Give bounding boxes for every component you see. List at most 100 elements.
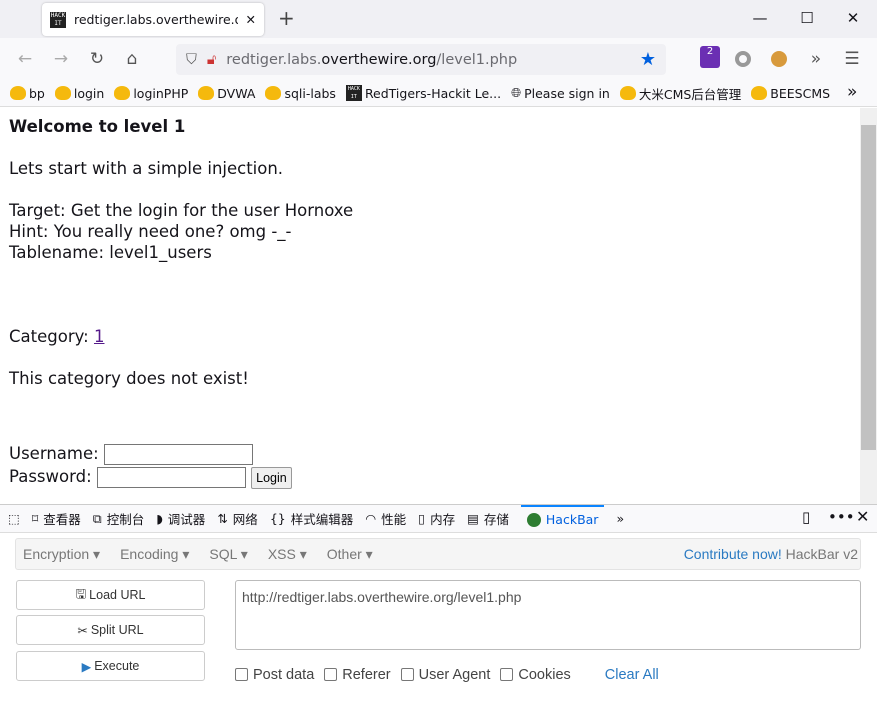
close-devtools-icon[interactable]: ✕ [856, 507, 869, 526]
bookmark-item[interactable]: DVWA [198, 86, 255, 101]
referer-checkbox[interactable]: Referer [324, 667, 391, 683]
home-icon[interactable]: ⌂ [119, 47, 145, 71]
bookmark-icon [619, 86, 636, 100]
tab-label: 查看器 [43, 512, 81, 527]
devtools-tab-console[interactable]: ⧉ 控制台 [93, 505, 144, 533]
username-label: Username: [9, 444, 99, 463]
bookmark-item[interactable]: loginPHP [114, 86, 188, 101]
bookmark-item[interactable]: bp [10, 86, 45, 101]
hint-text: Hint: You really need one? omg -_- [9, 222, 292, 241]
bookmark-label: loginPHP [133, 85, 189, 101]
hackbar-menu: Encryption ▾ Encoding ▾ SQL ▾ XSS ▾ Othe… [15, 538, 861, 570]
extension-circle-icon[interactable] [735, 51, 751, 67]
menu-other[interactable]: Other ▾ [327, 546, 373, 563]
tab-label: 网络 [232, 512, 258, 527]
close-tab-icon[interactable]: ✕ [246, 12, 256, 27]
bookmark-label: Please sign in [524, 85, 610, 101]
clear-all-link[interactable]: Clear All [605, 667, 659, 683]
cookies-checkbox[interactable]: Cookies [500, 667, 571, 683]
memory-icon: ▯ [418, 511, 426, 526]
hackbar-url-textarea[interactable]: http://redtiger.labs.overthewire.org/lev… [235, 580, 861, 650]
hackbar-icon [526, 512, 541, 527]
contribute-link[interactable]: Contribute now! [684, 546, 782, 562]
bookmark-item[interactable]: BEESCMS [751, 86, 830, 101]
tab-label: 内存 [430, 512, 456, 527]
devtools-tab-performance[interactable]: ◠ 性能 [365, 505, 406, 533]
load-url-button[interactable]: 🖫 Load URL [16, 580, 205, 610]
devtools-tab-style-editor[interactable]: {} 样式编辑器 [270, 505, 353, 533]
menu-sql[interactable]: SQL ▾ [209, 546, 247, 563]
error-message: This category does not exist! [9, 369, 249, 388]
bookmark-item[interactable]: login [54, 86, 104, 101]
hackbar-options: Post data Referer User Agent Cookies Cle… [235, 667, 659, 683]
minimize-button[interactable]: — [740, 5, 780, 31]
bookmark-item[interactable]: 大米CMS后台管理 [619, 84, 742, 103]
responsive-mode-icon[interactable]: ▯ [802, 508, 810, 526]
more-options-icon[interactable]: ••• [828, 508, 855, 526]
split-url-button[interactable]: ✂ Split URL [16, 615, 205, 645]
menu-encoding[interactable]: Encoding ▾ [120, 546, 189, 563]
target-text: Target: Get the login for the user Horno… [9, 201, 354, 220]
tab-label: 调试器 [167, 512, 206, 527]
back-icon[interactable]: ← [12, 47, 38, 71]
bookmark-item[interactable]: sqli-labs [265, 86, 336, 101]
devtools-tab-network[interactable]: ⇅ 网络 [217, 505, 258, 533]
close-window-button[interactable]: ✕ [833, 5, 873, 31]
login-button[interactable]: Login [251, 466, 292, 489]
page-heading: Welcome to level 1 [9, 117, 186, 136]
shield-icon[interactable]: ⛉ [186, 52, 197, 68]
more-tabs-icon[interactable]: » [616, 511, 624, 526]
username-input[interactable] [103, 444, 253, 465]
element-picker-icon[interactable]: ⬚ [8, 511, 20, 526]
tab-label: 存储 [483, 512, 509, 527]
menu-icon[interactable]: ☰ [839, 47, 865, 71]
bookmarks-overflow-icon[interactable]: » [847, 82, 857, 102]
maximize-button[interactable]: ☐ [787, 5, 827, 31]
bookmark-icon [198, 86, 215, 100]
bookmark-label: DVWA [217, 85, 256, 101]
devtools-tab-inspector[interactable]: ⌑ 查看器 [32, 505, 81, 533]
scrollbar-thumb[interactable] [861, 125, 876, 450]
overflow-chevron-icon[interactable]: » [803, 47, 829, 71]
post-data-checkbox[interactable]: Post data [235, 667, 314, 683]
hackit-icon: HACK IT [345, 85, 362, 101]
url-prefix: redtiger.labs. [226, 51, 322, 68]
bookmark-item[interactable]: 🌐︎ Please sign in [511, 85, 610, 101]
bookmark-icon [265, 86, 282, 100]
intro-text: Lets start with a simple injection. [9, 159, 284, 178]
storage-icon: ▤ [467, 511, 479, 526]
new-tab-button[interactable]: + [278, 6, 295, 30]
category-link[interactable]: 1 [94, 327, 105, 346]
url-bar[interactable]: ⛉ 🔓︎ redtiger.labs.overthewire.org/level… [176, 44, 666, 75]
user-agent-checkbox[interactable]: User Agent [400, 667, 490, 683]
reload-icon[interactable]: ↻ [84, 47, 110, 71]
devtools-tab-memory[interactable]: ▯ 内存 [418, 505, 455, 533]
bookmarks-bar: bp login loginPHP DVWA sqli-labs HACK IT R… [0, 80, 877, 107]
devtools-tab-debugger[interactable]: ◗ 调试器 [156, 505, 205, 533]
password-input[interactable] [96, 467, 246, 488]
category-label: Category: [9, 327, 94, 346]
inspector-icon: ⌑ [31, 511, 39, 526]
load-url-icon: 🖫 [75, 586, 87, 601]
insecure-lock-icon[interactable]: 🔓︎ [207, 52, 216, 68]
bookmark-label: BEESCMS [770, 85, 831, 101]
braces-icon: {} [269, 511, 286, 526]
devtools-tab-hackbar[interactable]: HackBar [520, 504, 605, 533]
forward-icon[interactable]: → [48, 47, 74, 71]
button-label: Execute [94, 659, 140, 673]
cookie-icon[interactable] [771, 51, 787, 67]
hackbar-version: HackBar v2 [785, 546, 858, 562]
execute-button[interactable]: ▶ Execute [16, 651, 205, 681]
browser-tab[interactable]: HACKIT redtiger.labs.overthewire.org/ ✕ [42, 3, 264, 36]
menu-encryption[interactable]: Encryption ▾ [23, 546, 100, 563]
bookmark-label: 大米CMS后台管理 [638, 86, 742, 102]
menu-xss[interactable]: XSS ▾ [268, 546, 307, 563]
console-icon: ⧉ [92, 510, 102, 526]
tab-label: 样式编辑器 [290, 512, 354, 527]
bookmark-label: bp [29, 85, 45, 101]
bookmark-item[interactable]: HACK IT RedTigers-Hackit Le... [345, 85, 501, 101]
extension-badge-icon[interactable]: 2 [700, 46, 720, 68]
bookmark-star-icon[interactable]: ★ [640, 49, 656, 70]
bookmark-icon [751, 86, 768, 100]
devtools-tab-storage[interactable]: ▤ 存储 [467, 505, 509, 533]
